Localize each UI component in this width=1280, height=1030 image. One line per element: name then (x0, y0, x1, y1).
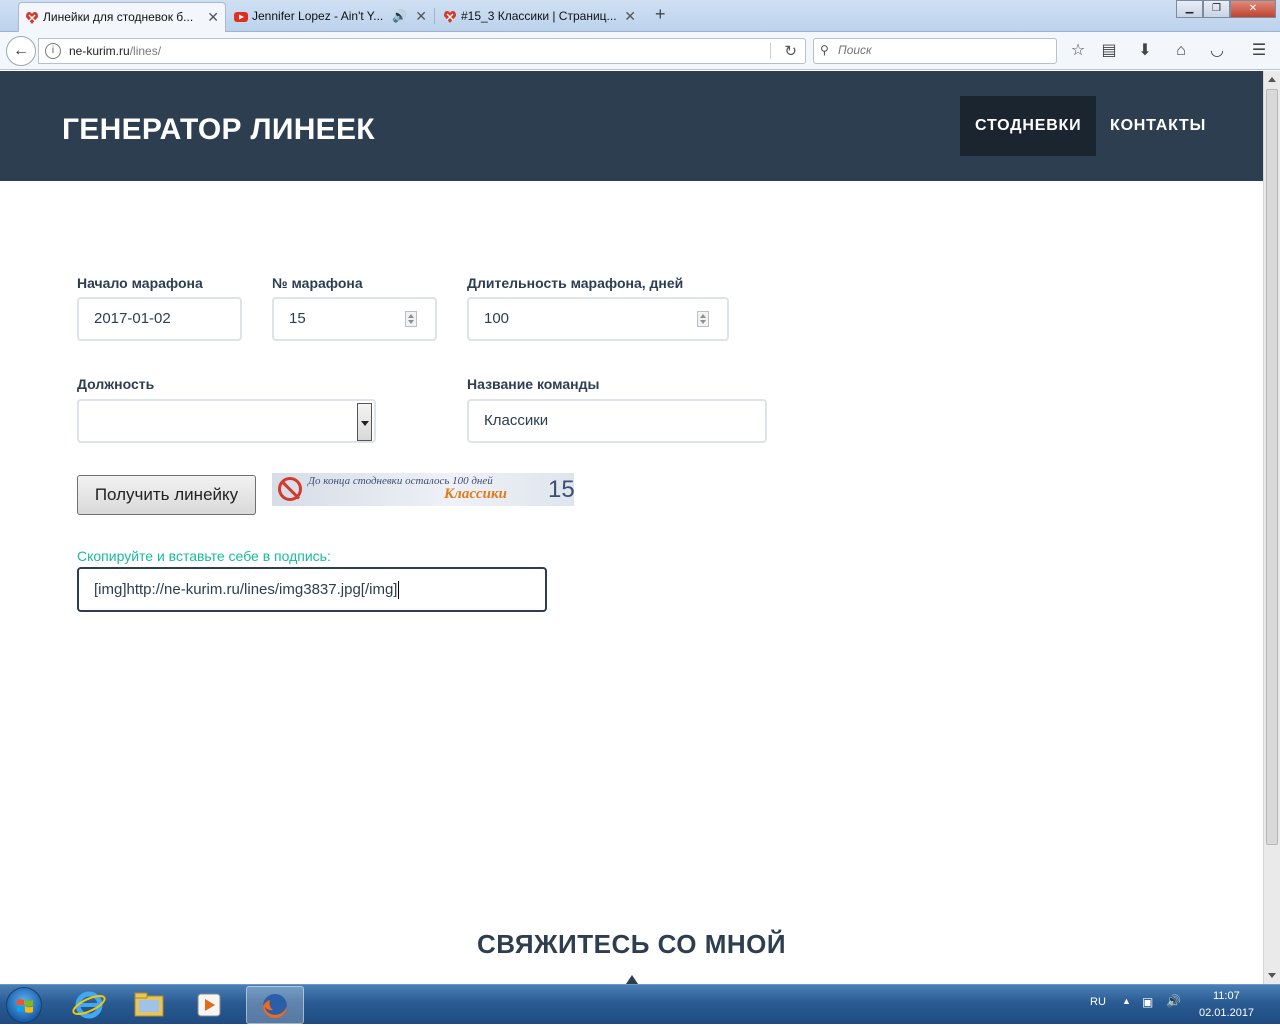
new-tab-button[interactable]: + (655, 4, 666, 25)
close-window-button[interactable]: ✕ (1230, 0, 1276, 18)
tab-separator (434, 8, 435, 24)
site-header: ГЕНЕРАТОР ЛИНЕЕК СТОДНЕВКИ КОНТАКТЫ (0, 71, 1263, 181)
clock-time[interactable]: 11:07 (1213, 990, 1240, 1002)
window-controls: ▁ ❐ ✕ (1176, 0, 1276, 18)
browser-tab-bar: Линейки для стодневок б... ✕ Jennifer Lo… (0, 0, 1280, 32)
text-caret (398, 581, 400, 600)
menu-icon[interactable]: ☰ (1249, 41, 1269, 61)
start-date-input[interactable]: 2017-01-02 (77, 297, 242, 341)
copy-instructions: Скопируйте и вставьте себе в подпись: (77, 548, 331, 564)
heart-shield-icon (444, 11, 456, 23)
clock-date[interactable]: 02.01.2017 (1199, 1007, 1254, 1019)
taskbar-firefox[interactable] (246, 986, 304, 1024)
page-scrollbar[interactable] (1263, 71, 1280, 984)
scroll-up-arrow-icon[interactable] (1264, 71, 1280, 88)
ruler-banner-image: До конца стодневки осталось 100 дней Кла… (272, 473, 574, 506)
firefox-icon (263, 994, 287, 1018)
banner-team: Классики (444, 486, 507, 502)
web-page: ГЕНЕРАТОР ЛИНЕЕК СТОДНЕВКИ КОНТАКТЫ Нача… (0, 71, 1263, 984)
duration-input[interactable]: 100 (467, 297, 729, 341)
bbcode-output-field[interactable]: [img]http://ne-kurim.ru/lines/img3837.jp… (77, 567, 547, 612)
scroll-thumb[interactable] (1266, 89, 1278, 845)
taskbar-media-player[interactable] (180, 986, 238, 1024)
taskbar-ie[interactable] (60, 986, 118, 1024)
info-icon[interactable]: i (45, 43, 61, 59)
scroll-down-arrow-icon[interactable] (1264, 967, 1280, 984)
close-tab-icon[interactable]: ✕ (207, 3, 219, 31)
volume-icon[interactable]: 🔊 (1166, 994, 1181, 1008)
windows-logo-icon (17, 999, 33, 1013)
search-bar[interactable]: ⚲ (813, 38, 1057, 64)
nav-item-stodnevki[interactable]: СТОДНЕВКИ (960, 96, 1097, 156)
position-label: Должность (77, 376, 155, 392)
pocket-icon[interactable]: ◡ (1207, 41, 1227, 61)
back-button[interactable]: ← (6, 36, 36, 66)
url-divider (770, 43, 771, 59)
site-brand[interactable]: ГЕНЕРАТОР ЛИНЕЕК (62, 113, 375, 147)
home-icon[interactable]: ⌂ (1171, 41, 1191, 61)
network-icon[interactable]: ▣ (1142, 995, 1153, 1009)
duration-spinner[interactable] (697, 311, 709, 327)
number-spinner[interactable] (405, 311, 417, 327)
url-text[interactable]: ne-kurim.ru/lines/ (69, 44, 161, 58)
tab-title: #15_3 Классики | Страниц... (461, 9, 617, 23)
url-path: /lines/ (129, 44, 162, 58)
tab-lines[interactable]: Линейки для стодневок б... ✕ (18, 2, 226, 32)
duration-label: Длительность марафона, дней (467, 275, 684, 291)
tray-expand-icon[interactable]: ▲ (1122, 996, 1131, 1006)
contact-heading: СВЯЖИТЕСЬ СО МНОЙ (476, 929, 787, 959)
duration-value: 100 (484, 310, 510, 327)
reload-icon[interactable]: ↻ (784, 42, 797, 60)
windows-taskbar: RU ▲ ▣ 🔊 11:07 02.01.2017 (0, 984, 1280, 1024)
close-tab-icon[interactable]: ✕ (624, 2, 636, 30)
folder-icon (134, 992, 164, 1017)
nav-item-contacts[interactable]: КОНТАКТЫ (1095, 96, 1221, 156)
position-select[interactable] (77, 399, 376, 443)
restore-button[interactable]: ❐ (1203, 0, 1230, 18)
tab-youtube[interactable]: Jennifer Lopez - Ain't Y... 🔊 ✕ (228, 2, 433, 32)
marathon-number-label: № марафона (272, 275, 363, 291)
reading-list-icon[interactable]: ▤ (1099, 41, 1119, 61)
marathon-number-input[interactable]: 15 (272, 297, 437, 341)
bbcode-text: [img]http://ne-kurim.ru/lines/img3837.jp… (94, 581, 398, 598)
tab-klassiki[interactable]: #15_3 Классики | Страниц... ✕ (437, 2, 642, 32)
download-icon[interactable]: ⬇ (1135, 41, 1155, 61)
dropdown-arrow-icon[interactable] (357, 403, 372, 441)
media-player-icon (197, 993, 221, 1017)
team-name-label: Название команды (467, 376, 600, 392)
start-button[interactable] (6, 987, 42, 1023)
heart-shield-icon (26, 12, 38, 24)
no-smoking-icon (278, 477, 302, 501)
start-date-label: Начало марафона (77, 275, 203, 291)
caret-up-icon (626, 975, 638, 984)
speaker-icon[interactable]: 🔊 (392, 2, 407, 30)
marathon-number-value: 15 (289, 310, 306, 327)
bookmark-star-icon[interactable]: ☆ (1068, 41, 1088, 61)
browser-nav-bar: ← i ne-kurim.ru/lines/ ↻ ⚲ ☆ ▤ ⬇ ⌂ ◡ ☰ (0, 32, 1280, 70)
url-bar[interactable]: i ne-kurim.ru/lines/ ↻ (38, 38, 806, 64)
tab-title: Jennifer Lopez - Ain't Y... (252, 9, 384, 23)
close-tab-icon[interactable]: ✕ (415, 2, 427, 30)
internet-explorer-icon (72, 991, 106, 1019)
search-input[interactable] (838, 43, 1038, 57)
youtube-icon (234, 12, 248, 22)
team-name-input[interactable]: Классики (467, 399, 767, 443)
taskbar-explorer[interactable] (120, 986, 178, 1024)
get-ruler-button[interactable]: Получить линейку (77, 475, 256, 515)
url-domain: ne-kurim.ru (69, 44, 130, 58)
tab-title: Линейки для стодневок б... (43, 10, 194, 24)
banner-number: 15 (548, 476, 574, 503)
language-indicator[interactable]: RU (1090, 996, 1106, 1008)
minimize-button[interactable]: ▁ (1176, 0, 1203, 18)
search-icon: ⚲ (820, 43, 829, 57)
